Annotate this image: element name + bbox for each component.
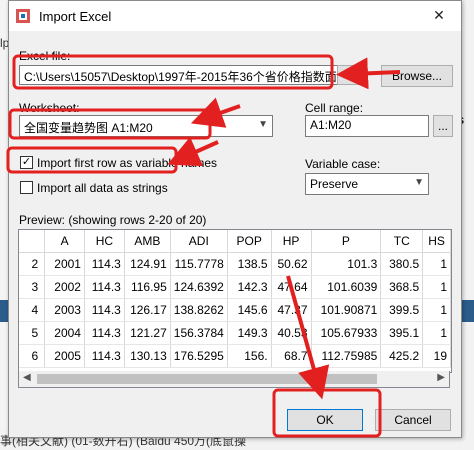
arrow-to-ok	[286, 275, 330, 400]
first-row-highlight	[6, 146, 178, 174]
file-path-highlight	[12, 54, 334, 90]
annotation-overlay	[6, 54, 401, 438]
ok-button-highlight	[272, 388, 382, 438]
worksheet-highlight	[8, 108, 212, 140]
arrow-to-file	[336, 57, 401, 90]
arrow-to-checkbox	[167, 136, 219, 167]
